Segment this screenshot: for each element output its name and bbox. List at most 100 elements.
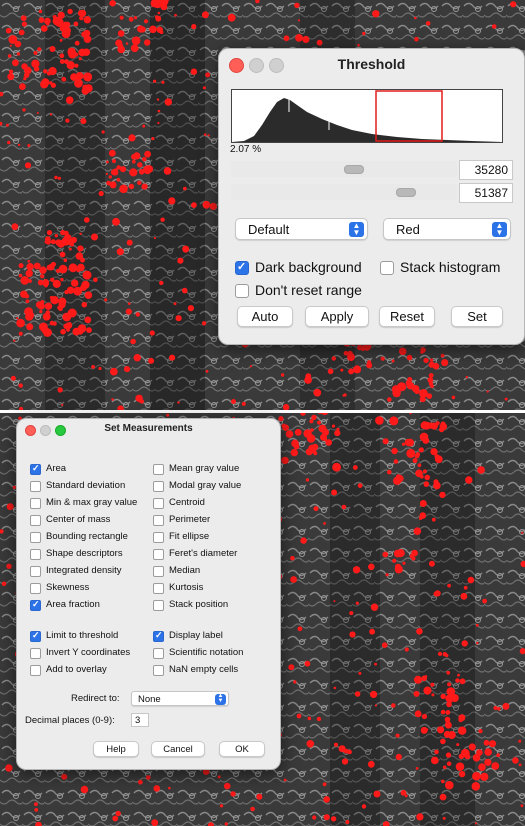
- measurement-checkbox[interactable]: [153, 532, 164, 543]
- measurement-checkbox[interactable]: [153, 515, 164, 526]
- threshold-pixel: [157, 11, 161, 15]
- stack-histogram-checkbox[interactable]: [380, 261, 394, 275]
- threshold-pixel: [61, 403, 64, 406]
- max-threshold-field[interactable]: 51387: [459, 183, 513, 203]
- threshold-pixel: [295, 34, 303, 42]
- measurement-checkbox[interactable]: [30, 532, 41, 543]
- threshold-pixel: [340, 368, 344, 372]
- threshold-pixel: [422, 437, 430, 444]
- threshold-pixel: [22, 108, 26, 112]
- threshold-pixel: [387, 469, 392, 475]
- threshold-pixel: [146, 775, 151, 780]
- measurement-checkbox[interactable]: [30, 498, 41, 509]
- threshold-pixel: [290, 448, 298, 457]
- measurement-checkbox[interactable]: [30, 515, 41, 526]
- threshold-pixel: [316, 716, 322, 722]
- measurement-checkbox[interactable]: [30, 481, 41, 492]
- measurement-checkbox[interactable]: [153, 498, 164, 509]
- threshold-pixel: [404, 794, 408, 798]
- cancel-button[interactable]: Cancel: [151, 741, 205, 757]
- threshold-pixel: [518, 739, 522, 743]
- threshold-pixel: [60, 229, 66, 236]
- threshold-pixel: [391, 447, 398, 455]
- threshold-pixel: [74, 63, 79, 68]
- threshold-pixel: [283, 35, 290, 42]
- threshold-pixel: [463, 585, 468, 590]
- threshold-pixel: [332, 462, 341, 472]
- measurement-checkbox[interactable]: [30, 583, 41, 594]
- threshold-pixel: [318, 424, 327, 433]
- min-threshold-field[interactable]: 35280: [459, 160, 513, 180]
- threshold-pixel: [26, 323, 34, 331]
- measurement-checkbox[interactable]: [153, 648, 164, 659]
- apply-button[interactable]: Apply: [305, 306, 369, 327]
- max-threshold-slider[interactable]: [231, 184, 457, 200]
- threshold-pixel: [441, 359, 449, 367]
- threshold-pixel: [13, 339, 16, 342]
- method-select[interactable]: Default ▲ ▼: [235, 218, 368, 240]
- slider-knob[interactable]: [344, 165, 364, 174]
- measurement-label: Skewness: [46, 582, 90, 593]
- measurement-checkbox[interactable]: [30, 630, 41, 642]
- threshold-pixel: [341, 504, 347, 510]
- threshold-pixel: [6, 503, 14, 511]
- threshold-pixel: [73, 21, 79, 27]
- display-mode-select[interactable]: Red ▲ ▼: [383, 218, 511, 240]
- slider-knob[interactable]: [396, 188, 416, 197]
- threshold-pixel: [49, 113, 53, 116]
- measurement-checkbox[interactable]: [30, 648, 41, 659]
- threshold-pixel: [316, 39, 323, 46]
- threshold-pixel: [368, 563, 375, 571]
- decimal-places-field[interactable]: 3: [131, 713, 149, 727]
- measurement-checkbox[interactable]: [153, 665, 164, 676]
- measurement-checkbox[interactable]: [153, 630, 164, 642]
- threshold-pixel: [174, 13, 177, 17]
- auto-button[interactable]: Auto: [237, 306, 293, 327]
- threshold-pixel: [164, 98, 172, 106]
- threshold-pixel: [203, 133, 207, 136]
- threshold-pixel: [338, 745, 346, 753]
- threshold-pixel: [191, 202, 197, 209]
- window-title: Threshold: [337, 56, 406, 72]
- threshold-pixel: [334, 742, 338, 747]
- measurement-label: Centroid: [169, 497, 205, 508]
- measurement-checkbox[interactable]: [153, 600, 164, 611]
- threshold-pixel: [25, 269, 33, 278]
- threshold-pixel: [144, 39, 151, 46]
- threshold-pixel: [112, 815, 119, 822]
- ok-button[interactable]: OK: [219, 741, 265, 757]
- threshold-pixel: [446, 761, 452, 766]
- measurement-checkbox[interactable]: [30, 566, 41, 577]
- threshold-pixel: [50, 277, 55, 282]
- measurement-checkbox[interactable]: [153, 481, 164, 492]
- set-button[interactable]: Set: [451, 306, 503, 327]
- threshold-pixel: [119, 184, 128, 194]
- measurement-label: Bounding rectangle: [46, 531, 128, 542]
- measurement-label: Add to overlay: [46, 664, 107, 675]
- redirect-select[interactable]: None ▲ ▼: [131, 691, 229, 706]
- threshold-pixel: [358, 671, 362, 675]
- measurement-checkbox[interactable]: [153, 549, 164, 560]
- help-button[interactable]: Help: [93, 741, 139, 757]
- min-threshold-slider[interactable]: [231, 161, 457, 177]
- measurement-checkbox[interactable]: [30, 599, 41, 611]
- threshold-pixel: [387, 397, 392, 402]
- threshold-pixel: [24, 307, 33, 316]
- dont-reset-range-checkbox[interactable]: [235, 284, 249, 298]
- measurement-label: Center of mass: [46, 514, 111, 525]
- threshold-pixel: [325, 439, 333, 446]
- threshold-pixel: [510, 1, 517, 8]
- measurement-checkbox[interactable]: [153, 566, 164, 577]
- measurement-checkbox[interactable]: [153, 464, 164, 475]
- measurement-checkbox[interactable]: [30, 665, 41, 676]
- threshold-pixel: [297, 626, 303, 632]
- threshold-pixel: [9, 69, 14, 74]
- threshold-pixel: [416, 628, 423, 635]
- reset-button[interactable]: Reset: [379, 306, 435, 327]
- measurement-checkbox[interactable]: [153, 583, 164, 594]
- threshold-pixel: [428, 361, 435, 368]
- measurement-checkbox[interactable]: [30, 463, 41, 475]
- threshold-pixel: [406, 382, 415, 390]
- measurement-checkbox[interactable]: [30, 549, 41, 560]
- dark-background-checkbox[interactable]: [235, 260, 249, 275]
